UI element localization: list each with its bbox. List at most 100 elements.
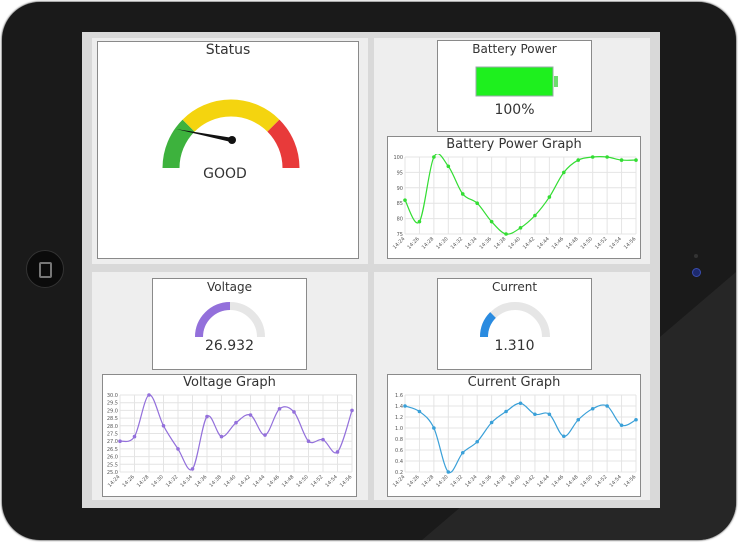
y-tick-label: 1.4 (395, 404, 403, 410)
data-point (619, 423, 624, 428)
data-point (547, 195, 552, 199)
status-gauge: GOOD (162, 99, 300, 182)
x-tick-label: 14:36 (479, 474, 493, 488)
data-point (619, 158, 624, 162)
data-point (460, 192, 465, 196)
x-tick-label: 14:34 (464, 236, 478, 250)
data-point (350, 408, 354, 413)
current-graph-card: Current Graph 1.6 1.4 1.2 1.0 0.8 0.6 0.4 0.2 14… (387, 374, 641, 497)
y-tick-label: 1.0 (395, 426, 403, 432)
voltage-gauge (195, 302, 265, 338)
data-point (590, 406, 595, 411)
y-tick-label: 90 (397, 186, 403, 192)
x-tick-label: 14:44 (536, 474, 550, 488)
data-point (176, 447, 180, 451)
x-tick-label: 14:54 (609, 236, 623, 250)
battery-power-chart: 100959085807514:24 14:26 14:28 14:30 14:32 14… (392, 154, 638, 251)
data-point (446, 470, 451, 474)
x-tick-label: 14:32 (450, 236, 464, 250)
battery-graph-title: Battery Power Graph (446, 137, 582, 152)
x-tick-label: 14:44 (252, 474, 266, 488)
data-point (263, 433, 267, 437)
dashboard-screen: Status GOOD Battery Power 100% Battery P… (82, 32, 660, 508)
data-point (432, 155, 436, 159)
y-tick-label: 28.5 (107, 416, 118, 422)
x-tick-label: 14:48 (565, 474, 579, 488)
y-tick-label: 27.0 (107, 439, 118, 445)
gauge-green-segment (162, 119, 195, 169)
x-tick-label: 14:38 (493, 236, 507, 250)
data-point (417, 219, 422, 224)
data-point (489, 420, 494, 425)
current-gauge-fill (479, 312, 497, 338)
data-point (292, 410, 296, 414)
x-tick-label: 14:52 (594, 236, 608, 250)
data-point (562, 434, 566, 439)
y-tick-label: 80 (397, 217, 403, 223)
data-point (132, 434, 137, 439)
current-card: Current 1.310 (437, 278, 592, 370)
x-tick-label: 14:34 (464, 474, 478, 488)
x-tick-label: 14:54 (324, 474, 338, 488)
x-tick-label: 14:26 (121, 474, 135, 488)
y-tick-label: 1.6 (395, 393, 403, 399)
data-point (605, 155, 609, 159)
x-tick-label: 14:54 (609, 474, 623, 488)
y-tick-label: 29.0 (107, 408, 118, 414)
battery-graph-card: Battery Power Graph 100 95 90 85 80 75 14:24 14… (387, 136, 641, 259)
data-point (475, 201, 479, 205)
current-gauge (479, 302, 550, 338)
data-point (634, 417, 638, 422)
y-tick-label: 30.0 (107, 393, 118, 399)
x-tick-label: 14:24 (107, 474, 121, 488)
y-tick-label: 0.8 (395, 437, 403, 443)
battery-fill (475, 66, 554, 97)
x-tick-label: 14:30 (150, 474, 164, 488)
data-point (432, 426, 436, 430)
x-tick-label: 14:52 (310, 474, 324, 488)
x-tick-label: 14:32 (165, 474, 179, 488)
x-tick-label: 14:56 (339, 474, 353, 488)
gauge-red-segment (267, 119, 300, 169)
x-tick-label: 14:52 (594, 474, 608, 488)
y-tick-label: 100 (393, 155, 403, 161)
x-tick-label: 14:40 (223, 474, 237, 488)
y-tick-label: 0.4 (395, 459, 403, 465)
x-tick-label: 14:44 (536, 236, 550, 250)
voltage-gauge-fill (195, 302, 231, 338)
x-tick-label: 14:28 (421, 236, 435, 250)
y-tick-label: 95 (397, 170, 403, 176)
x-tick-label: 14:26 (406, 474, 420, 488)
voltage-title: Voltage (206, 280, 252, 294)
y-tick-label: 26.5 (107, 447, 118, 453)
home-button[interactable] (26, 250, 64, 288)
data-point (605, 404, 609, 408)
data-point (518, 226, 523, 230)
x-tick-label: 14:46 (266, 474, 280, 488)
x-tick-label: 14:42 (522, 474, 536, 488)
data-point (446, 164, 451, 169)
battery-icon (475, 66, 558, 97)
voltage-chart: 30.0 29.529.0 28.5 28.0 27.527.0 26.5 26.025.5… (107, 393, 354, 489)
data-point (248, 413, 253, 417)
data-point (504, 232, 508, 236)
data-point (190, 467, 195, 471)
x-tick-label: 14:56 (623, 236, 637, 250)
x-tick-label: 14:38 (493, 474, 507, 488)
y-tick-label: 28.0 (107, 424, 118, 430)
voltage-panel: Voltage 26.932 Voltage Graph 30.0 29.5 29.… (92, 272, 368, 500)
current-chart: 1.61.41.21.00.80.60.40.214:24 14:26 14:28 1… (392, 393, 638, 489)
x-tick-label: 14:38 (208, 474, 222, 488)
x-tick-label: 14:48 (565, 236, 579, 250)
y-tick-label: 1.2 (395, 415, 403, 421)
data-point (533, 412, 537, 417)
data-point (475, 439, 479, 444)
y-tick-label: 85 (397, 201, 403, 207)
data-point (576, 417, 581, 422)
data-point (147, 393, 151, 397)
y-tick-label: 29.5 (107, 401, 118, 407)
voltage-value: 26.932 (205, 338, 254, 354)
data-point (533, 213, 537, 218)
x-tick-label: 14:36 (194, 474, 208, 488)
battery-card: Battery Power 100% (437, 40, 592, 132)
